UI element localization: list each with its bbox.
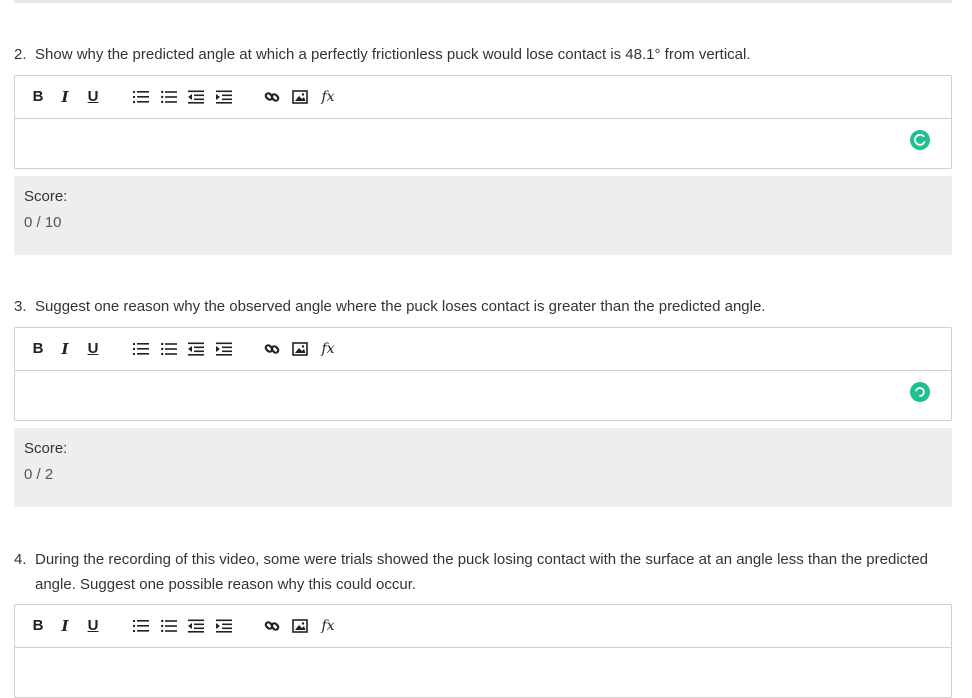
- indent-button[interactable]: [214, 339, 234, 359]
- answer-input[interactable]: [15, 371, 951, 420]
- score-value: 0 / 2: [24, 466, 54, 483]
- previous-score-panel-edge: [14, 0, 952, 3]
- question-body: Suggest one reason why the observed angl…: [35, 298, 766, 315]
- formula-button[interactable]: fx: [318, 616, 338, 636]
- image-icon: [292, 619, 308, 633]
- question-text: 4. During the recording of this video, s…: [14, 547, 952, 597]
- indent-icon: [216, 90, 232, 104]
- indent-icon: [216, 619, 232, 633]
- question-number: 2.: [14, 46, 27, 63]
- bold-button[interactable]: B: [28, 339, 48, 359]
- image-button[interactable]: [290, 87, 310, 107]
- answer-input[interactable]: [15, 648, 951, 697]
- ordered-list-icon: [133, 91, 149, 103]
- unordered-list-icon: [161, 619, 177, 633]
- italic-button[interactable]: I: [55, 616, 75, 636]
- outdent-button[interactable]: [186, 616, 206, 636]
- formula-button[interactable]: fx: [318, 87, 338, 107]
- answer-input[interactable]: [15, 119, 951, 168]
- question-3: 3. Suggest one reason why the observed a…: [14, 294, 952, 421]
- bold-button[interactable]: B: [28, 616, 48, 636]
- question-number: 3.: [14, 298, 27, 315]
- link-icon: [264, 621, 280, 631]
- unordered-list-button[interactable]: [159, 616, 179, 636]
- bold-button[interactable]: B: [28, 87, 48, 107]
- link-button[interactable]: [262, 87, 282, 107]
- score-label: Score:: [24, 440, 68, 457]
- answer-editor: B I U fx: [14, 327, 952, 421]
- question-number: 4.: [14, 551, 27, 568]
- unordered-list-button[interactable]: [159, 339, 179, 359]
- outdent-button[interactable]: [186, 339, 206, 359]
- status-icon: [910, 382, 930, 402]
- editor-toolbar: B I U fx: [15, 328, 951, 371]
- score-label: Score:: [24, 188, 68, 205]
- score-value: 0 / 10: [24, 214, 62, 231]
- indent-icon: [216, 342, 232, 356]
- ordered-list-icon: [133, 620, 149, 632]
- outdent-icon: [188, 619, 204, 633]
- italic-button[interactable]: I: [55, 339, 75, 359]
- link-button[interactable]: [262, 339, 282, 359]
- answer-editor: B I U fx: [14, 604, 952, 698]
- question-text: 2. Show why the predicted angle at which…: [14, 42, 952, 67]
- link-button[interactable]: [262, 616, 282, 636]
- question-2: 2. Show why the predicted angle at which…: [14, 42, 952, 169]
- editor-toolbar: B I U fx: [15, 605, 951, 648]
- score-panel: Score: 0 / 2: [14, 428, 952, 507]
- unordered-list-icon: [161, 342, 177, 356]
- outdent-icon: [188, 90, 204, 104]
- formula-button[interactable]: fx: [318, 339, 338, 359]
- image-button[interactable]: [290, 339, 310, 359]
- ordered-list-button[interactable]: [131, 87, 151, 107]
- underline-button[interactable]: U: [83, 616, 103, 636]
- question-text: 3. Suggest one reason why the observed a…: [14, 294, 952, 319]
- status-icon: [910, 130, 930, 150]
- unordered-list-icon: [161, 90, 177, 104]
- question-body: During the recording of this video, some…: [35, 551, 928, 593]
- link-icon: [264, 344, 280, 354]
- unordered-list-button[interactable]: [159, 87, 179, 107]
- score-panel: Score: 0 / 10: [14, 176, 952, 255]
- question-body: Show why the predicted angle at which a …: [35, 46, 751, 63]
- ordered-list-icon: [133, 343, 149, 355]
- image-icon: [292, 90, 308, 104]
- indent-button[interactable]: [214, 616, 234, 636]
- editor-toolbar: B I U fx: [15, 76, 951, 119]
- underline-button[interactable]: U: [83, 87, 103, 107]
- indent-button[interactable]: [214, 87, 234, 107]
- ordered-list-button[interactable]: [131, 616, 151, 636]
- image-icon: [292, 342, 308, 356]
- outdent-button[interactable]: [186, 87, 206, 107]
- italic-button[interactable]: I: [55, 87, 75, 107]
- answer-editor: B I U fx: [14, 75, 952, 169]
- question-4: 4. During the recording of this video, s…: [14, 547, 952, 698]
- ordered-list-button[interactable]: [131, 339, 151, 359]
- link-icon: [264, 92, 280, 102]
- image-button[interactable]: [290, 616, 310, 636]
- outdent-icon: [188, 342, 204, 356]
- underline-button[interactable]: U: [83, 339, 103, 359]
